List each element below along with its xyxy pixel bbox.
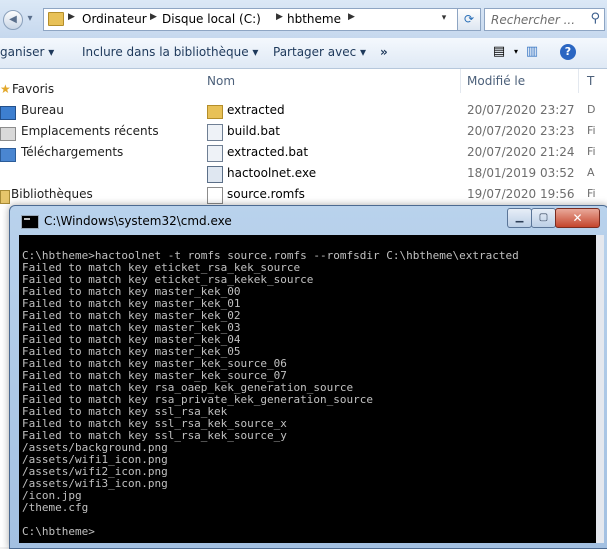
address-dropdown-icon[interactable]: ▾ [437, 9, 451, 28]
file-type: Fi [587, 145, 596, 158]
file-row[interactable]: extracted 20/07/2020 23:27 D [198, 100, 607, 121]
include-library-label: Inclure dans la bibliothèque [82, 45, 249, 59]
console-output[interactable]: C:\hbtheme>hactoolnet -t romfs source.ro… [19, 235, 596, 543]
nav-recent-places[interactable]: Emplacements récents [21, 124, 159, 138]
recent-pages-dropdown[interactable]: ▾ [23, 10, 37, 28]
batch-file-icon [207, 124, 223, 141]
file-name: source.romfs [227, 187, 305, 201]
file-type: Fi [587, 187, 596, 200]
breadcrumb-local-disk[interactable]: Disque local (C:) [162, 12, 261, 26]
cmd-window: C:\Windows\system32\cmd.exe ▁ ▢ ✕ C:\hbt… [9, 205, 607, 549]
file-row[interactable]: source.romfs 19/07/2020 19:56 Fi [198, 184, 607, 205]
console-icon [21, 215, 39, 229]
nav-desktop[interactable]: Bureau [21, 103, 64, 117]
file-type: A [587, 166, 595, 179]
file-date: 20/07/2020 21:24 [467, 145, 575, 159]
chevron-right-icon[interactable]: ▶ [150, 12, 157, 22]
console-line: /theme.cfg [22, 501, 89, 514]
more-commands-button[interactable]: » [380, 45, 388, 59]
close-button[interactable]: ✕ [555, 208, 600, 228]
file-icon [207, 187, 223, 204]
breadcrumb-hbtheme[interactable]: hbtheme [287, 12, 341, 26]
console-scrollbar[interactable] [596, 235, 604, 543]
minimize-button[interactable]: ▁ [507, 208, 532, 228]
preview-pane-icon[interactable]: ▥ [524, 44, 540, 60]
chevron-right-icon[interactable]: ▶ [276, 12, 283, 22]
breadcrumb-computer[interactable]: Ordinateur [82, 12, 147, 26]
exe-file-icon [207, 166, 223, 183]
share-with-menu[interactable]: Partager avec ▾ [273, 45, 366, 59]
recent-places-icon [0, 127, 16, 141]
search-input[interactable] [485, 10, 586, 30]
column-header-modified[interactable]: Modifié le [467, 69, 525, 93]
address-bar-area: ◀ ▾ ▶ Ordinateur ▶ Disque local (C:) ▶ h… [0, 0, 607, 39]
help-icon[interactable]: ? [560, 44, 576, 60]
search-icon[interactable]: ⚲ [590, 11, 600, 26]
file-row[interactable]: hactoolnet.exe 18/01/2019 03:52 A [198, 163, 607, 184]
organize-label: ganiser [0, 45, 45, 59]
file-name: build.bat [227, 124, 280, 138]
folder-icon [207, 105, 223, 119]
back-button[interactable]: ◀ [3, 10, 23, 30]
nav-libraries[interactable]: Bibliothèques [11, 187, 93, 201]
include-library-menu[interactable]: Inclure dans la bibliothèque ▾ [82, 45, 258, 59]
organize-menu[interactable]: ganiser ▾ [0, 45, 54, 59]
cmd-window-title: C:\Windows\system32\cmd.exe [44, 214, 232, 228]
file-name: extracted [227, 103, 285, 117]
file-type: D [587, 103, 596, 116]
command-bar: ganiser ▾ Inclure dans la bibliothèque ▾… [0, 38, 607, 69]
libraries-icon [0, 190, 10, 204]
nav-favorites[interactable]: Favoris [12, 82, 54, 96]
column-header-name[interactable]: Nom [207, 69, 235, 93]
file-type: Fi [587, 124, 596, 137]
column-separator[interactable] [460, 69, 461, 93]
star-icon: ★ [0, 82, 11, 96]
chevron-right-icon[interactable]: ▶ [68, 12, 75, 22]
view-dropdown-icon[interactable]: ▾ [508, 44, 524, 60]
file-date: 19/07/2020 19:56 [467, 187, 575, 201]
file-date: 20/07/2020 23:27 [467, 103, 575, 117]
chevron-right-icon[interactable]: ▶ [348, 12, 355, 22]
file-date: 20/07/2020 23:23 [467, 124, 575, 138]
file-name: extracted.bat [227, 145, 309, 159]
column-separator[interactable] [578, 69, 579, 93]
file-date: 18/01/2019 03:52 [467, 166, 575, 180]
downloads-icon [0, 148, 16, 162]
maximize-button[interactable]: ▢ [531, 208, 556, 228]
file-row[interactable]: extracted.bat 20/07/2020 21:24 Fi [198, 142, 607, 163]
share-with-label: Partager avec [273, 45, 357, 59]
view-options-icon[interactable]: ▤ [491, 44, 507, 60]
nav-downloads[interactable]: Téléchargements [21, 145, 123, 159]
console-prompt: C:\hbtheme> [22, 525, 95, 538]
address-box[interactable]: ▶ Ordinateur ▶ Disque local (C:) ▶ hbthe… [43, 8, 481, 31]
refresh-button[interactable]: ⟳ [457, 8, 481, 31]
batch-file-icon [207, 145, 223, 162]
file-name: hactoolnet.exe [227, 166, 317, 180]
file-row[interactable]: build.bat 20/07/2020 23:23 Fi [198, 121, 607, 142]
cmd-titlebar[interactable]: C:\Windows\system32\cmd.exe ▁ ▢ ✕ [10, 206, 607, 234]
search-box[interactable]: ⚲ [484, 8, 605, 31]
desktop-icon [0, 106, 16, 120]
column-header-type[interactable]: T [587, 69, 594, 93]
folder-icon [48, 12, 64, 26]
